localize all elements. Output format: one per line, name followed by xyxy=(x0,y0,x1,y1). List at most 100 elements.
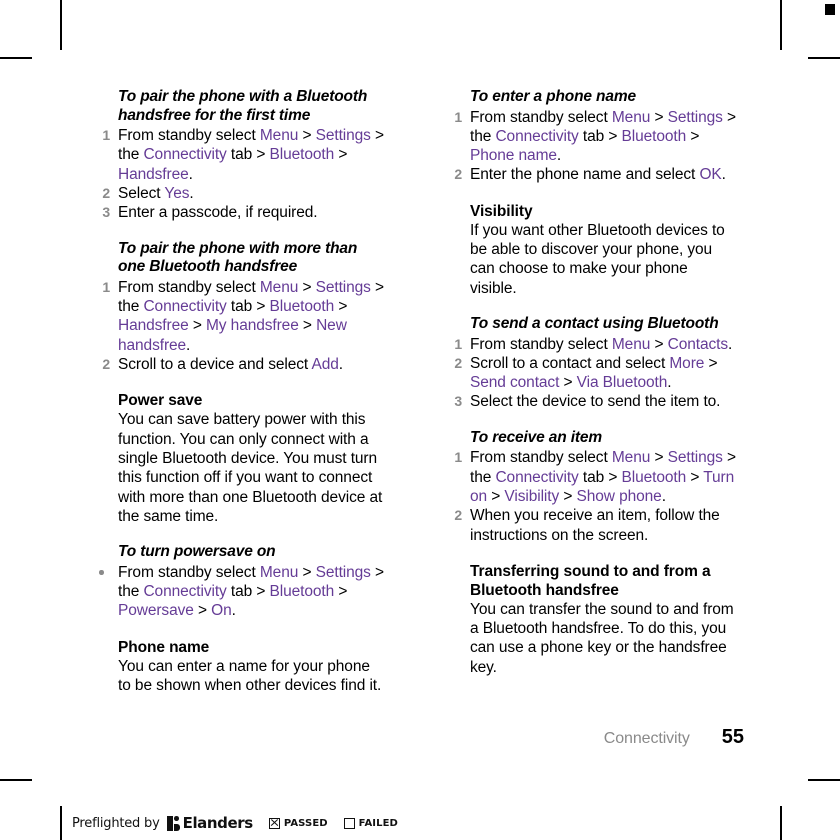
step-item: 2 Scroll to a device and select Add. xyxy=(96,355,384,374)
step-text: Scroll to a device and select xyxy=(118,356,312,374)
ui-path-reference: Bluetooth xyxy=(621,468,687,486)
body-transferring-sound: You can transfer the sound to and from a… xyxy=(470,600,734,676)
ui-path-reference: Send contact xyxy=(470,374,560,392)
step-number: 1 xyxy=(102,278,110,295)
heading-phone-name: Phone name xyxy=(118,638,210,656)
step-item: 1 From standby select Menu > Settings > t… xyxy=(96,278,384,355)
step-text: Enter a passcode, if required. xyxy=(118,204,318,222)
step-text: From standby select xyxy=(470,108,612,126)
steps-pair-first-time: 1 From standby select Menu > Settings > t… xyxy=(96,126,384,222)
elanders-brand-label: Elanders xyxy=(182,814,254,832)
step-item: 3 Select the device to send the item to. xyxy=(448,392,736,411)
ui-path-reference: Handsfree xyxy=(118,317,189,335)
ui-path-reference: Connectivity xyxy=(143,298,227,316)
ui-path-reference: Powersave xyxy=(118,602,194,620)
elanders-mark-icon xyxy=(166,815,180,831)
ui-path-reference: Phone name xyxy=(470,147,557,165)
step-text: > xyxy=(650,108,668,126)
step-text: Select the device to send the item to. xyxy=(470,393,721,411)
ui-path-reference: Settings xyxy=(667,449,723,467)
step-number: 3 xyxy=(454,393,462,410)
step-text: . xyxy=(338,356,343,374)
preflight-failed-label: FAILED xyxy=(358,817,398,829)
ui-path-reference: Add xyxy=(311,356,339,374)
step-text: . xyxy=(556,147,562,165)
preflight-failed: FAILED xyxy=(343,817,398,829)
ui-path-reference: Via Bluetooth xyxy=(576,374,668,392)
step-text: . xyxy=(721,166,726,184)
steps-receive-item: 1 From standby select Menu > Settings > t… xyxy=(448,448,736,544)
heading-receive-item: To receive an item xyxy=(470,428,602,446)
body-phone-name: You can enter a name for your phone to b… xyxy=(118,657,382,694)
ui-path-reference: Bluetooth xyxy=(621,127,687,145)
step-number: 2 xyxy=(102,185,110,202)
step-text: tab > xyxy=(226,146,270,164)
page-footer: Connectivity 55 xyxy=(96,726,744,749)
step-text: tab > xyxy=(578,127,622,145)
step-text: Enter the phone name and select xyxy=(470,166,700,184)
step-item: 3 Enter a passcode, if required. xyxy=(96,203,384,222)
step-text: Scroll to a contact and select xyxy=(470,354,670,372)
step-text: From standby select xyxy=(470,449,612,467)
step-text: > xyxy=(298,127,316,145)
heading-turn-powersave-on: To turn powersave on xyxy=(118,543,276,561)
preflight-passed: PASSED xyxy=(268,817,328,829)
step-item: 2 Scroll to a contact and select More > S… xyxy=(448,354,736,393)
page-number: 55 xyxy=(721,726,744,748)
heading-send-contact: To send a contact using Bluetooth xyxy=(470,314,719,332)
ui-path-reference: Settings xyxy=(667,108,723,126)
step-text: Select xyxy=(118,185,165,203)
ui-path-reference: OK xyxy=(699,166,722,184)
step-text: > xyxy=(334,146,348,164)
ui-path-reference: Bluetooth xyxy=(269,298,335,316)
step-text: > xyxy=(704,354,718,372)
step-number: 2 xyxy=(454,166,462,183)
step-text: tab > xyxy=(226,583,270,601)
preflight-prefix-label: Preflighted by xyxy=(72,815,160,831)
step-text: From standby select xyxy=(470,335,612,353)
checkbox-checked-icon xyxy=(268,817,280,829)
step-number: 3 xyxy=(102,204,110,221)
step-text: . xyxy=(728,335,733,353)
step-number: 2 xyxy=(454,507,462,524)
ui-path-reference: Menu xyxy=(259,563,299,581)
step-text: > xyxy=(298,278,316,296)
step-text: When you receive an item, follow the ins… xyxy=(470,507,720,544)
step-number: 2 xyxy=(454,354,462,371)
ui-path-reference: Connectivity xyxy=(143,583,227,601)
steps-pair-more-than-one: 1 From standby select Menu > Settings > t… xyxy=(96,278,384,374)
ui-path-reference: Settings xyxy=(315,563,371,581)
step-item: 1 From standby select Menu > Settings > t… xyxy=(448,448,736,506)
ui-path-reference: Bluetooth xyxy=(269,583,335,601)
ui-path-reference: My handsfree xyxy=(206,317,299,335)
step-number: 1 xyxy=(102,127,110,144)
steps-turn-powersave-on: From standby select Menu > Settings > th… xyxy=(96,563,384,621)
step-text: > xyxy=(686,468,704,486)
steps-enter-phone-name: 1 From standby select Menu > Settings > t… xyxy=(448,108,736,185)
step-text: > xyxy=(559,374,577,392)
step-text: > xyxy=(298,317,317,335)
ui-path-reference: Visibility xyxy=(504,487,560,505)
step-text: . xyxy=(667,374,672,392)
step-text: . xyxy=(661,487,666,505)
step-item: From standby select Menu > Settings > th… xyxy=(96,563,384,621)
step-text: > xyxy=(650,335,668,353)
step-text: tab > xyxy=(578,468,622,486)
step-item: 2 When you receive an item, follow the in… xyxy=(448,506,736,545)
step-text: > xyxy=(334,298,348,316)
step-item: 1 From standby select Menu > Contacts. xyxy=(448,335,736,354)
body-power-save: You can save battery power with this fun… xyxy=(118,411,383,525)
step-text: . xyxy=(186,336,191,354)
heading-pair-more-than-one: To pair the phone with more than one Blu… xyxy=(118,239,358,276)
steps-send-contact: 1 From standby select Menu > Contacts. 2 Sc… xyxy=(448,335,736,412)
ui-path-reference: Menu xyxy=(259,127,299,145)
heading-transferring-sound: Transferring sound to and from a Bluetoo… xyxy=(470,562,711,599)
step-text: tab > xyxy=(226,298,270,316)
step-number: 1 xyxy=(454,449,462,466)
step-number: 2 xyxy=(102,356,110,373)
